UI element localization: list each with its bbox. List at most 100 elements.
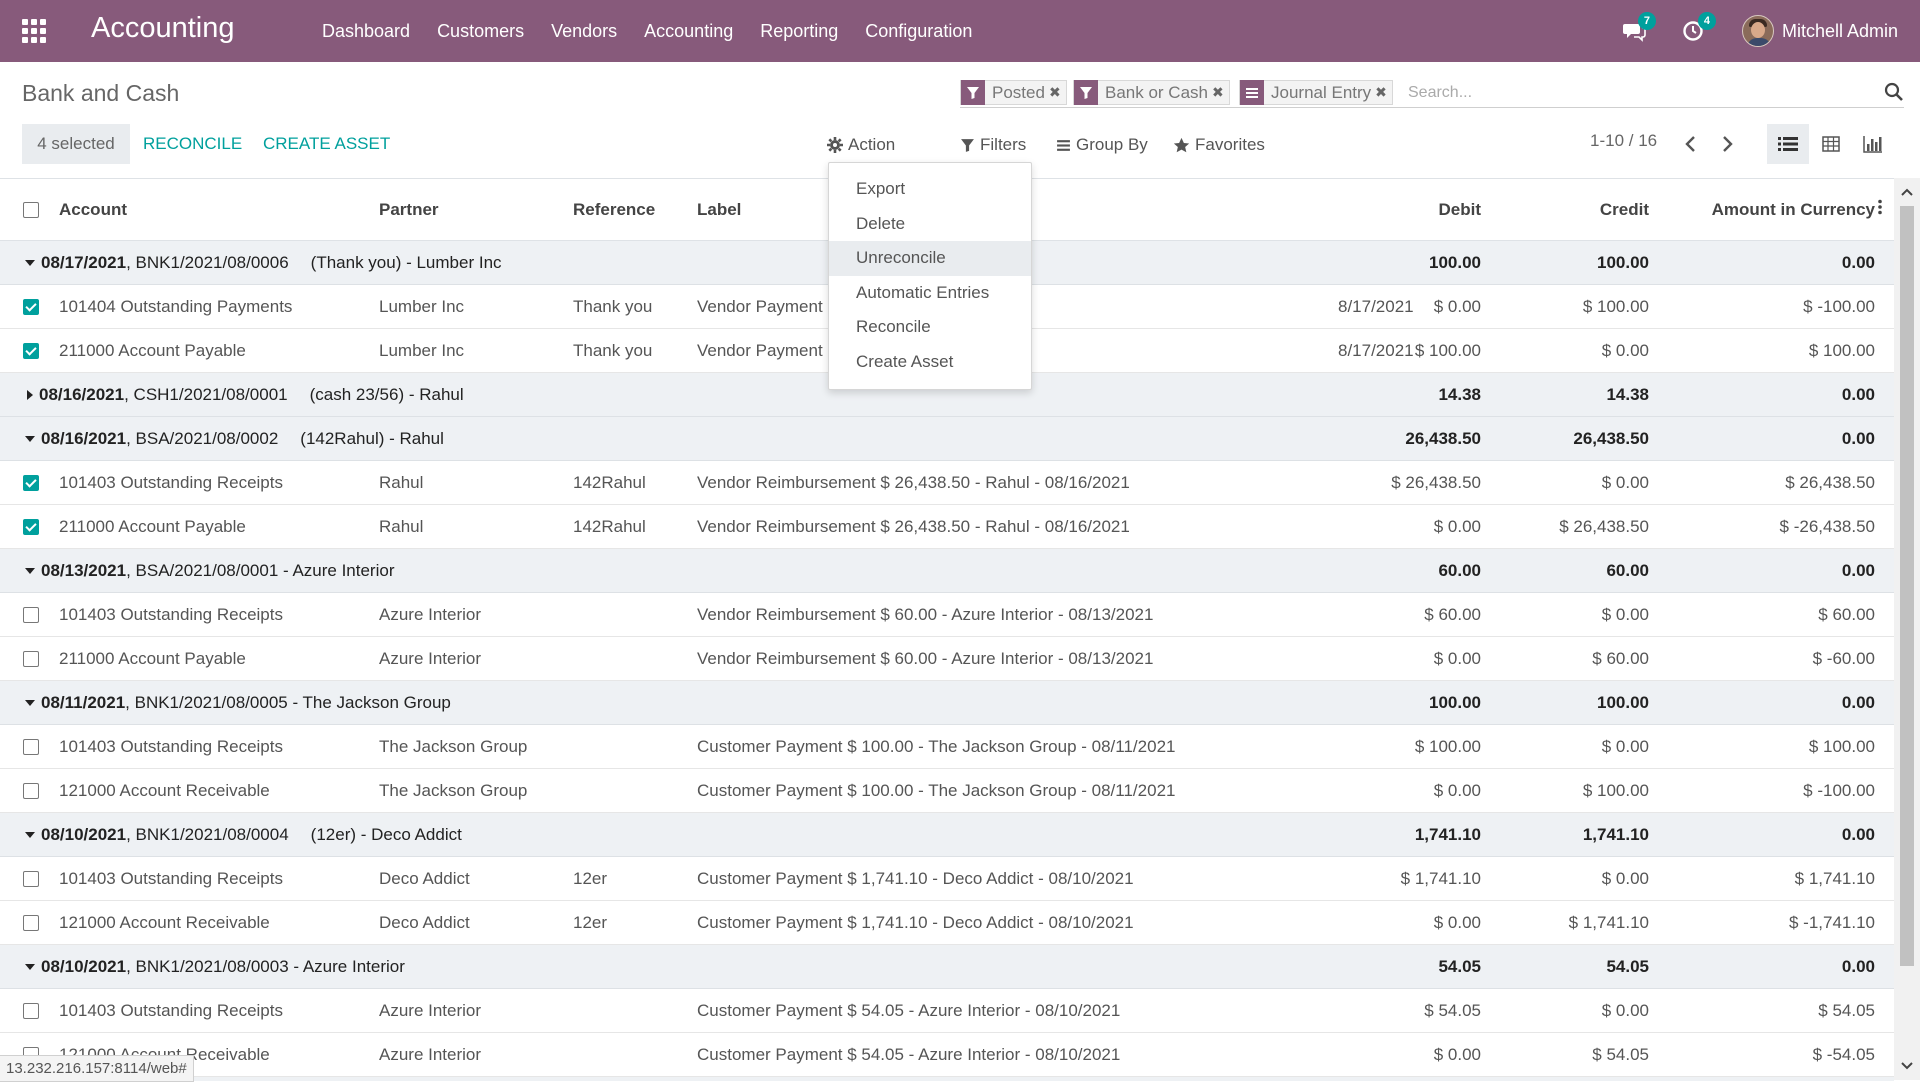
search-icon[interactable]	[1884, 82, 1904, 102]
cell-credit[interactable]: $ 60.00	[1482, 636, 1650, 681]
cell-partner[interactable]: Azure Interior	[378, 988, 572, 1033]
row-checkbox[interactable]	[23, 739, 39, 756]
caret-down-icon[interactable]	[25, 568, 35, 575]
cell-amount-currency[interactable]: $ -54.05	[1650, 1032, 1876, 1077]
cell-account[interactable]: 121000 Account Receivable	[58, 900, 378, 945]
row-checkbox[interactable]	[23, 915, 39, 932]
group-label[interactable]: 08/11/2021, BNK1/2021/08/0005 - The Jack…	[0, 680, 1176, 725]
cell-partner[interactable]: The Jackson Group	[378, 724, 572, 769]
group-row[interactable]: 08/13/2021, BSA/2021/08/0001 - Azure Int…	[0, 548, 1894, 593]
cell-account[interactable]: 211000 Account Payable	[58, 636, 378, 681]
cell-reference[interactable]	[572, 592, 696, 637]
cell-reference[interactable]	[572, 724, 696, 769]
cell-amount-currency[interactable]: $ 26,438.50	[1650, 460, 1876, 505]
cell-account[interactable]: 101403 Outstanding Receipts	[58, 988, 378, 1033]
cell-amount-currency[interactable]: $ -100.00	[1650, 284, 1876, 329]
cell-reference[interactable]	[572, 636, 696, 681]
cell-partner[interactable]: Lumber Inc	[378, 284, 572, 329]
table-row[interactable]: 101403 Outstanding Receipts Deco Addict 12…	[0, 856, 1894, 901]
cell-amount-currency[interactable]: $ 100.00	[1650, 724, 1876, 769]
table-row[interactable]: 121000 Account Receivable Azure Interior C…	[0, 1032, 1894, 1077]
cell-label[interactable]: Customer Payment $ 1,741.10 - Deco Addic…	[696, 900, 1176, 945]
cell-label[interactable]: Customer Payment $ 54.05 - Azure Interio…	[696, 1032, 1176, 1077]
app-brand[interactable]: Accounting	[91, 12, 235, 45]
graph-view-icon[interactable]	[1852, 124, 1894, 164]
table-row[interactable]: 101403 Outstanding Receipts Rahul 142Rahul…	[0, 460, 1894, 505]
cell-amount-currency[interactable]: $ -1,741.10	[1650, 900, 1876, 945]
cell-reference[interactable]: 12er	[572, 856, 696, 901]
group-label[interactable]: 08/10/2021, BNK1/2021/08/0004 (12er) - De…	[0, 812, 1176, 857]
cell-debit[interactable]: $ 1,741.10	[1176, 856, 1482, 901]
activities-clock-icon[interactable]: 4	[1682, 12, 1716, 43]
cell-partner[interactable]: Azure Interior	[378, 592, 572, 637]
cell-account[interactable]: 211000 Account Payable	[58, 504, 378, 549]
column-account[interactable]: Account	[58, 179, 378, 241]
column-partner[interactable]: Partner	[378, 179, 572, 241]
cell-credit[interactable]: $ 0.00	[1482, 328, 1650, 373]
optional-columns-icon[interactable]	[1877, 199, 1883, 215]
table-row[interactable]: 101403 Outstanding Receipts Azure Interio…	[0, 592, 1894, 637]
group-row[interactable]: 08/10/2021, BNK1/2021/08/0004 (12er) - De…	[0, 812, 1894, 857]
action-create-asset[interactable]: Create Asset	[829, 345, 1031, 380]
cell-amount-currency[interactable]: $ 100.00	[1650, 328, 1876, 373]
menu-accounting[interactable]: Accounting	[644, 21, 733, 42]
pager-previous-icon[interactable]	[1681, 133, 1701, 155]
caret-down-icon[interactable]	[25, 260, 35, 267]
vertical-scrollbar[interactable]	[1894, 178, 1920, 1080]
scroll-down-icon[interactable]	[1901, 1060, 1913, 1072]
cell-partner[interactable]: Rahul	[378, 504, 572, 549]
table-row[interactable]: 211000 Account Payable Rahul 142Rahul Vendo…	[0, 504, 1894, 549]
group-label[interactable]: 08/10/2021, BNK1/2021/08/0003 - Azure In…	[0, 944, 1176, 989]
pager-next-icon[interactable]	[1717, 133, 1737, 155]
cell-label[interactable]: Customer Payment $ 100.00 - The Jackson …	[696, 768, 1176, 813]
row-checkbox[interactable]	[23, 343, 39, 360]
cell-debit[interactable]: $ 60.00	[1176, 592, 1482, 637]
user-name[interactable]: Mitchell Admin	[1782, 21, 1898, 42]
caret-right-icon[interactable]	[27, 390, 33, 401]
row-checkbox[interactable]	[23, 871, 39, 888]
group-label[interactable]: 08/16/2021, BSA/2021/08/0002 (142Rahul) -…	[0, 416, 1176, 461]
cell-debit[interactable]: $ 0.00	[1176, 504, 1482, 549]
cell-reference[interactable]: Thank you	[572, 284, 696, 329]
cell-credit[interactable]: $ 0.00	[1482, 724, 1650, 769]
cell-debit[interactable]: 8/17/2021 $ 0.00	[1176, 284, 1482, 329]
table-row[interactable]: 211000 Account Payable Azure Interior Vend…	[0, 636, 1894, 681]
search-input[interactable]	[1406, 80, 1850, 106]
cell-debit[interactable]: $ 0.00	[1176, 1032, 1482, 1077]
row-checkbox[interactable]	[23, 519, 39, 536]
group-row[interactable]: 08/10/2021, BNK1/2021/08/0003 - Azure In…	[0, 944, 1894, 989]
action-automatic-entries[interactable]: Automatic Entries	[829, 276, 1031, 311]
cell-amount-currency[interactable]: $ -26,438.50	[1650, 504, 1876, 549]
menu-dashboard[interactable]: Dashboard	[322, 21, 410, 42]
table-row[interactable]: 121000 Account Receivable The Jackson Gro…	[0, 768, 1894, 813]
menu-customers[interactable]: Customers	[437, 21, 524, 42]
cell-amount-currency[interactable]: $ -100.00	[1650, 768, 1876, 813]
action-export[interactable]: Export	[829, 172, 1031, 207]
cell-credit[interactable]: $ 100.00	[1482, 768, 1650, 813]
create-asset-button[interactable]: CREATE ASSET	[263, 124, 390, 164]
row-checkbox[interactable]	[23, 1003, 39, 1020]
cell-credit[interactable]: $ 26,438.50	[1482, 504, 1650, 549]
cell-credit[interactable]: $ 1,741.10	[1482, 900, 1650, 945]
cell-reference[interactable]: 142Rahul	[572, 460, 696, 505]
cell-debit[interactable]: $ 0.00	[1176, 768, 1482, 813]
cell-credit[interactable]: $ 100.00	[1482, 284, 1650, 329]
caret-down-icon[interactable]	[25, 700, 35, 707]
cell-credit[interactable]: $ 0.00	[1482, 460, 1650, 505]
row-checkbox[interactable]	[23, 783, 39, 800]
cell-credit[interactable]: $ 54.05	[1482, 1032, 1650, 1077]
cell-label[interactable]: Customer Payment $ 100.00 - The Jackson …	[696, 724, 1176, 769]
cell-partner[interactable]: The Jackson Group	[378, 768, 572, 813]
favorites-button[interactable]: Favorites	[1173, 131, 1265, 159]
cell-amount-currency[interactable]: $ 1,741.10	[1650, 856, 1876, 901]
cell-reference[interactable]	[572, 768, 696, 813]
caret-down-icon[interactable]	[25, 436, 35, 443]
cell-reference[interactable]	[572, 988, 696, 1033]
action-delete[interactable]: Delete	[829, 207, 1031, 242]
group-by-button[interactable]: Group By	[1056, 131, 1148, 159]
table-row[interactable]: 101403 Outstanding Receipts The Jackson G…	[0, 724, 1894, 769]
action-unreconcile[interactable]: Unreconcile	[829, 241, 1031, 276]
cell-debit[interactable]: $ 0.00	[1176, 636, 1482, 681]
cell-label[interactable]: Vendor Reimbursement $ 26,438.50 - Rahul…	[696, 460, 1176, 505]
row-checkbox[interactable]	[23, 299, 39, 316]
